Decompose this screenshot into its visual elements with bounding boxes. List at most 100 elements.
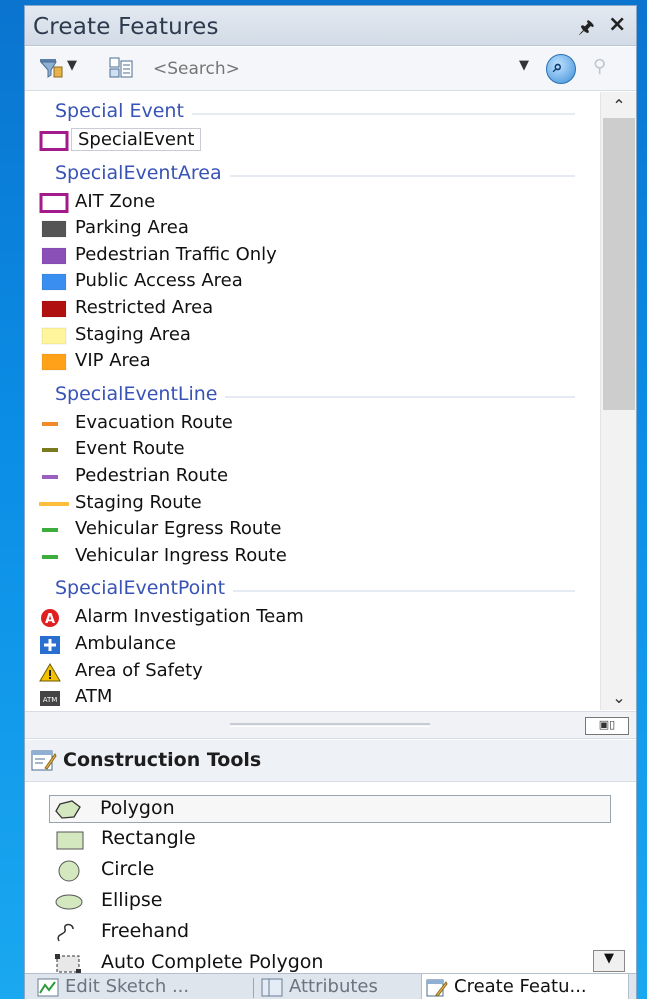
symbol-swatch-icon (42, 528, 58, 533)
toolbar: ▼ ▼ ⌕ ⚲ (25, 47, 636, 91)
template-item[interactable]: Area of Safety (39, 660, 579, 684)
organize-templates-icon[interactable] (109, 57, 133, 79)
search-input[interactable] (153, 55, 533, 83)
warning-icon (39, 662, 61, 682)
svg-text:ATM: ATM (43, 696, 58, 704)
construction-tool-rectangle[interactable]: Rectangle (51, 826, 611, 854)
symbol-swatch-icon (41, 300, 67, 318)
scroll-up-icon[interactable]: ⌃ (601, 96, 637, 116)
template-label: Ambulance (75, 633, 177, 654)
panel-splitter[interactable]: ▣▯ (25, 711, 636, 739)
advanced-search-icon[interactable]: ⚲ (593, 56, 621, 82)
template-item[interactable]: Parking Area (39, 217, 579, 241)
template-label: Evacuation Route (75, 411, 233, 433)
tool-label: Ellipse (101, 889, 163, 911)
group-header: Special Event (55, 100, 184, 122)
symbol-swatch-icon (42, 421, 58, 426)
tool-label: Freehand (101, 920, 190, 942)
tool-label: Auto Complete Polygon (101, 951, 324, 973)
tool-label: Polygon (100, 797, 175, 819)
symbol-swatch-icon (42, 448, 58, 453)
ambulance-icon (40, 636, 60, 654)
template-item[interactable]: Staging Route (39, 492, 579, 516)
search-icon: ⌕ (553, 57, 563, 77)
symbol-swatch-icon (41, 247, 67, 265)
close-icon[interactable]: × (608, 12, 626, 37)
template-item[interactable]: Public Access Area (39, 270, 579, 294)
construction-tools-list: ▼ Polygon Rectangle Circle Ellipse Freehand A… (25, 783, 636, 974)
template-item[interactable]: Vehicular Ingress Route (39, 545, 579, 569)
rectangle-icon (56, 831, 84, 850)
templates-scrollbar[interactable]: ⌃ ⌄ (600, 92, 636, 710)
template-item[interactable]: SpecialEvent (39, 128, 579, 153)
group-divider (192, 113, 575, 115)
symbol-swatch-icon (39, 501, 69, 506)
symbol-swatch-icon (41, 220, 67, 238)
template-item[interactable]: VIP Area (39, 350, 579, 374)
symbol-swatch-icon (41, 273, 67, 291)
tab-create-features[interactable]: Create Featu... (421, 974, 629, 999)
template-item[interactable]: AIT Zone (39, 191, 579, 215)
attributes-icon (261, 978, 283, 997)
template-item[interactable]: Evacuation Route (39, 412, 579, 436)
construction-tools-header: Construction Tools (25, 740, 636, 782)
tab-label: Attributes (289, 976, 378, 997)
template-label: Event Route (75, 438, 185, 460)
template-label: Public Access Area (75, 270, 243, 292)
tab-label: Edit Sketch ... (65, 976, 190, 997)
group-header: SpecialEventLine (55, 382, 218, 405)
template-item[interactable]: Staging Area (39, 324, 579, 348)
tab-attributes[interactable]: Attributes (257, 974, 417, 999)
pin-icon[interactable]: 🖈 (578, 15, 595, 45)
construction-tool-freehand[interactable]: Freehand (51, 919, 611, 947)
edit-sketch-icon (37, 978, 59, 997)
filter-icon[interactable] (39, 57, 63, 79)
construction-tools-icon (31, 750, 57, 771)
filter-dropdown-arrow-icon[interactable]: ▼ (67, 58, 77, 73)
circle-icon (58, 860, 80, 882)
create-features-window: Create Features 🖈 × ▼ ▼ ⌕ ⚲ Special Even… (24, 5, 637, 999)
template-item[interactable]: Event Route (39, 438, 579, 462)
symbol-swatch-icon (41, 327, 67, 345)
template-label: Area of Safety (75, 659, 203, 681)
symbol-swatch-icon (39, 131, 69, 151)
template-item[interactable]: Vehicular Egress Route (39, 518, 579, 542)
template-item[interactable]: Pedestrian Traffic Only (39, 244, 579, 268)
template-item[interactable]: Ambulance (39, 633, 579, 657)
scroll-down-icon[interactable]: ⌄ (601, 688, 637, 708)
search-dropdown-arrow-icon[interactable]: ▼ (519, 58, 529, 73)
search-button[interactable]: ⌕ (546, 54, 576, 84)
atm-icon: ATM (40, 691, 60, 707)
template-item[interactable]: Pedestrian Route (39, 465, 579, 489)
layout-toggle-icon[interactable]: ▣▯ (585, 717, 629, 735)
construction-tool-circle[interactable]: Circle (51, 857, 611, 885)
template-label: Vehicular Egress Route (75, 518, 282, 540)
template-label: VIP Area (75, 350, 151, 372)
template-label: Staging Area (75, 323, 191, 345)
symbol-swatch-icon (42, 475, 58, 479)
symbol-swatch-icon (39, 192, 69, 213)
ellipse-icon (55, 894, 83, 910)
template-label: Alarm Investigation Team (75, 606, 304, 628)
construction-tool-ellipse[interactable]: Ellipse (51, 888, 611, 916)
window-title: Create Features (33, 14, 219, 40)
template-item[interactable]: ATM ATM (39, 686, 579, 710)
tab-edit-sketch[interactable]: Edit Sketch ... (33, 974, 251, 999)
scroll-thumb[interactable] (603, 118, 635, 410)
title-bar: Create Features 🖈 × (25, 6, 636, 46)
splitter-grip[interactable] (230, 723, 430, 727)
template-item[interactable]: Restricted Area (39, 297, 579, 321)
template-label: Vehicular Ingress Route (75, 544, 287, 566)
template-label: SpecialEvent (71, 128, 202, 151)
template-label: Staging Route (75, 491, 202, 513)
template-label: Pedestrian Traffic Only (75, 243, 277, 265)
template-label: Restricted Area (75, 297, 214, 318)
feature-templates-list: Special Event SpecialEvent SpecialEventAre… (25, 92, 600, 710)
tool-label: Rectangle (101, 827, 196, 849)
construction-tool-polygon[interactable]: Polygon (49, 795, 611, 823)
tab-separator (253, 978, 254, 998)
polygon-icon (55, 800, 81, 819)
construction-tools-title: Construction Tools (63, 749, 262, 771)
template-item[interactable]: A Alarm Investigation Team (39, 606, 579, 630)
freehand-icon (57, 923, 74, 942)
